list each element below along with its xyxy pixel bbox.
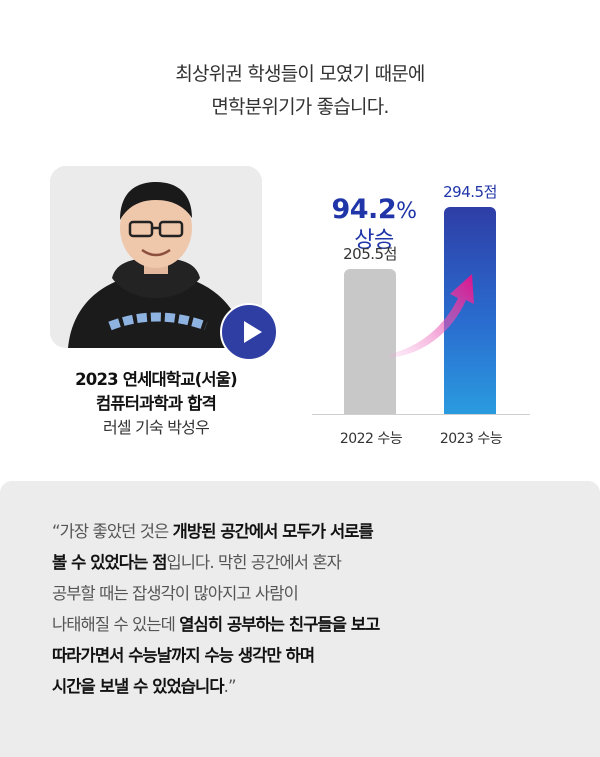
quote-text: 나태해질 수 있는데 [52, 615, 180, 634]
play-button[interactable] [220, 303, 278, 361]
quote-line: “가장 좋았던 것은 개방된 공간에서 모두가 서로를 [52, 516, 572, 547]
chart-baseline [312, 414, 530, 415]
headline: 최상위권 학생들이 모였기 때문에 면학분위기가 좋습니다. [0, 58, 600, 124]
quote-line: 따라가면서 수능날까지 수능 생각만 하며 [52, 640, 572, 671]
score-chart: 94.2% 상승 205.5점 294.5점 2022 수능 2023 수능 [312, 183, 532, 447]
student-profile: 2023 연세대학교(서울) 컴퓨터과학과 합격 러셀 기숙 박성우 [40, 368, 272, 440]
quote-line: 나태해질 수 있는데 열심히 공부하는 친구들을 보고 [52, 609, 572, 640]
x-label-2023: 2023 수능 [439, 431, 503, 447]
profile-major: 컴퓨터과학과 합격 [96, 394, 217, 413]
quote-emphasis: 개방된 공간에서 모두가 서로를 [172, 522, 374, 541]
quote-text: .” [223, 677, 237, 696]
quote-text: “가장 좋았던 것은 [52, 522, 173, 541]
quote-text: 입니다. 막힌 공간에서 혼자 [166, 553, 342, 572]
profile-school: 2023 연세대학교(서울) [75, 370, 238, 389]
quote-emphasis: 열심히 공부하는 친구들을 보고 [179, 615, 380, 634]
quote-emphasis: 시간을 보낼 수 있었습니다 [52, 677, 225, 696]
quote-emphasis: 볼 수 있었다는 점 [52, 553, 167, 572]
quote-emphasis: 따라가면서 수능날까지 수능 생각만 하며 [52, 646, 315, 665]
quote-line: 시간을 보낼 수 있었습니다.” [52, 671, 572, 702]
quote-line: 볼 수 있었다는 점입니다. 막힌 공간에서 혼자 [52, 547, 572, 578]
headline-line-2: 면학분위기가 좋습니다. [211, 96, 389, 118]
profile-name: 러셀 기숙 박성우 [102, 418, 210, 437]
quote-line: 공부할 때는 잡생각이 많아지고 사람이 [52, 578, 572, 609]
headline-line-1: 최상위권 학생들이 모였기 때문에 [175, 63, 425, 85]
x-label-2022: 2022 수능 [339, 431, 403, 447]
rise-arrow [390, 274, 474, 358]
testimonial-quote: “가장 좋았던 것은 개방된 공간에서 모두가 서로를 볼 수 있었다는 점입니다… [52, 516, 572, 702]
quote-text: 공부할 때는 잡생각이 많아지고 사람이 [52, 584, 299, 603]
